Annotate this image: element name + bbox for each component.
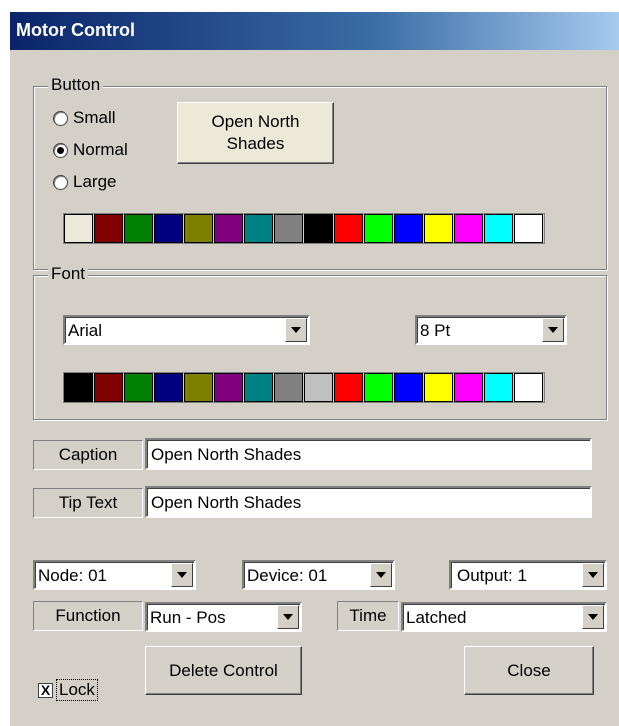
time-value: Latched (406, 608, 467, 627)
device-value: Device: 01 (247, 566, 328, 585)
chevron-down-icon[interactable] (542, 318, 564, 342)
button-color-swatch[interactable] (334, 214, 363, 243)
font-color-swatch[interactable] (424, 373, 453, 402)
font-size-value: 8 Pt (420, 321, 451, 340)
font-color-swatch[interactable] (214, 373, 243, 402)
size-normal-label: Normal (73, 140, 128, 159)
font-color-swatch[interactable] (364, 373, 393, 402)
button-color-swatch[interactable] (94, 214, 123, 243)
function-value: Run - Pos (150, 608, 226, 627)
button-color-swatch[interactable] (364, 214, 393, 243)
font-color-swatch[interactable] (484, 373, 513, 402)
delete-control-button[interactable]: Delete Control (145, 646, 302, 695)
font-size-dropdown[interactable]: 8 Pt (415, 315, 567, 345)
chevron-down-icon[interactable] (285, 318, 307, 342)
button-color-swatch[interactable] (184, 214, 213, 243)
close-button[interactable]: Close (464, 646, 594, 695)
tip-text-input-value: Open North Shades (151, 493, 302, 512)
chevron-down-icon[interactable] (370, 563, 392, 587)
font-color-swatch[interactable] (334, 373, 363, 402)
radio-large-indicator[interactable] (53, 174, 68, 190)
tip-text-input[interactable]: Open North Shades (145, 486, 592, 518)
size-large-label: Large (73, 172, 117, 191)
output-dropdown[interactable]: Output: 1 (449, 560, 607, 590)
preview-button-line1: Open North (211, 112, 300, 131)
node-dropdown[interactable]: Node: 01 (33, 560, 196, 590)
font-name-dropdown[interactable]: Arial (63, 315, 310, 345)
button-color-swatch[interactable] (304, 214, 333, 243)
chevron-down-icon[interactable] (582, 563, 604, 587)
function-dropdown[interactable]: Run - Pos (145, 602, 302, 632)
preview-button-line2: Shades (226, 134, 285, 153)
button-color-swatch[interactable] (514, 214, 543, 243)
font-color-swatch[interactable] (154, 373, 183, 402)
radio-small-indicator[interactable] (53, 110, 68, 126)
button-color-swatch[interactable] (124, 214, 153, 243)
chevron-down-icon[interactable] (277, 605, 299, 629)
font-color-swatch[interactable] (184, 373, 213, 402)
time-label: Time (337, 601, 399, 631)
button-color-swatch[interactable] (154, 214, 183, 243)
button-color-swatch[interactable] (484, 214, 513, 243)
radio-normal-indicator[interactable] (53, 142, 68, 158)
motor-control-window: Motor Control Button Small Normal Large … (10, 12, 619, 726)
font-color-swatch[interactable] (514, 373, 543, 402)
font-color-swatch[interactable] (244, 373, 273, 402)
button-color-swatch[interactable] (64, 214, 93, 243)
font-color-swatch[interactable] (304, 373, 333, 402)
tip-text-label: Tip Text (33, 488, 143, 518)
size-small-label: Small (73, 108, 116, 127)
font-color-swatch[interactable] (124, 373, 153, 402)
font-color-swatch[interactable] (64, 373, 93, 402)
button-group-legend: Button (48, 75, 104, 95)
size-small-radio[interactable]: Small (53, 107, 116, 129)
title-bar[interactable]: Motor Control (10, 12, 619, 50)
lock-checkbox[interactable]: X Lock (38, 679, 98, 701)
node-value: Node: 01 (38, 566, 107, 585)
caption-input-value: Open North Shades (151, 445, 302, 464)
time-dropdown[interactable]: Latched (401, 602, 607, 632)
button-color-swatch[interactable] (454, 214, 483, 243)
font-color-swatch[interactable] (274, 373, 303, 402)
button-color-palette (63, 213, 545, 244)
preview-button[interactable]: Open North Shades (177, 102, 334, 164)
font-color-swatch[interactable] (454, 373, 483, 402)
button-color-swatch[interactable] (424, 214, 453, 243)
button-color-swatch[interactable] (214, 214, 243, 243)
lock-label: Lock (56, 679, 98, 701)
font-name-value: Arial (68, 321, 103, 340)
button-color-swatch[interactable] (274, 214, 303, 243)
size-normal-radio[interactable]: Normal (53, 139, 128, 161)
function-label: Function (33, 601, 143, 631)
font-color-swatch[interactable] (94, 373, 123, 402)
caption-input[interactable]: Open North Shades (145, 438, 592, 470)
device-dropdown[interactable]: Device: 01 (242, 560, 395, 590)
chevron-down-icon[interactable] (171, 563, 193, 587)
button-color-swatch[interactable] (394, 214, 423, 243)
font-color-palette (63, 372, 545, 403)
chevron-down-icon[interactable] (582, 605, 604, 629)
size-large-radio[interactable]: Large (53, 171, 116, 193)
window-title: Motor Control (16, 20, 135, 40)
caption-label: Caption (33, 440, 143, 470)
font-group-legend: Font (48, 264, 89, 284)
lock-checkbox-box[interactable]: X (38, 682, 53, 698)
output-value: Output: 1 (457, 566, 527, 585)
font-color-swatch[interactable] (394, 373, 423, 402)
button-color-swatch[interactable] (244, 214, 273, 243)
